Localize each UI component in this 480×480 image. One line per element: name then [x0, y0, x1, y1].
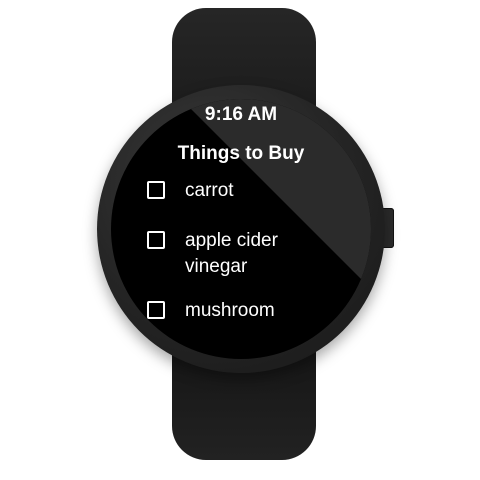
watch-screen: 9:16 AM Things to Buy carrot apple cider…: [111, 99, 371, 359]
list-title: Things to Buy: [177, 143, 305, 164]
item-label: mushroom: [185, 300, 275, 321]
item-label: carrot: [185, 180, 234, 201]
item-label: apple cider vinegar: [185, 230, 278, 277]
watch-device: 9:16 AM Things to Buy carrot apple cider…: [0, 0, 480, 480]
list-item-carrot[interactable]: carrot: [147, 178, 347, 204]
checkbox[interactable]: [147, 181, 165, 199]
checkbox[interactable]: [147, 301, 165, 319]
clock-time: 9:16 AM: [204, 104, 278, 125]
list-item-mushroom[interactable]: mushroom: [147, 298, 347, 324]
checkbox[interactable]: [147, 231, 165, 249]
list-item-apple-cider-vinegar[interactable]: apple cider vinegar: [147, 228, 347, 280]
